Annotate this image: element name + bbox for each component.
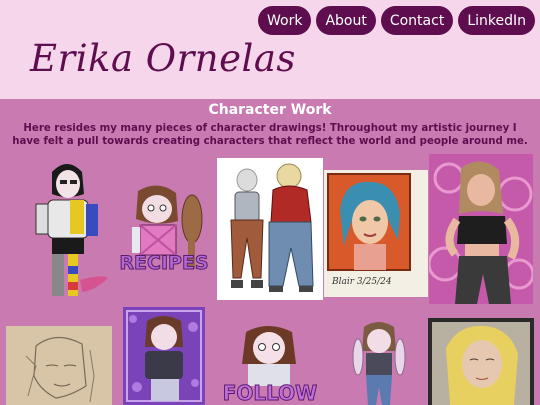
nav-about-button[interactable]: About [316,6,376,35]
artwork-swirl-background-character[interactable] [429,154,533,304]
artwork-purple-glitter-character[interactable] [123,307,205,405]
recipes-sticker-text: RECIPES [119,252,208,274]
artwork-recipes-sticker[interactable]: RECIPES [110,179,218,283]
artwork-bunny-character[interactable] [348,317,410,405]
main-nav: Work About Contact LinkedIn [257,6,535,35]
artwork-blonde-painted-portrait[interactable] [428,318,534,405]
portrait-signature: Blair 3/25/24 [331,277,392,287]
character-work-gallery: Character Work Here resides my many piec… [0,99,540,405]
site-header: Work About Contact LinkedIn Erika Ornela… [0,0,540,99]
section-description: Here resides my many pieces of character… [12,123,528,147]
site-title[interactable]: Erika Ornelas [30,37,296,80]
artwork-striped-character[interactable] [22,154,112,302]
artwork-blue-hair-portrait[interactable]: Blair 3/25/24 [324,170,428,297]
artwork-pencil-sketch[interactable] [6,326,112,405]
follow-sticker-text: FOLLOW [223,381,318,405]
artwork-character-duo-sketch[interactable] [217,158,323,300]
artwork-follow-sticker[interactable]: FOLLOW [218,320,322,405]
nav-linkedin-button[interactable]: LinkedIn [458,6,535,35]
nav-contact-button[interactable]: Contact [380,6,454,35]
nav-work-button[interactable]: Work [257,6,312,35]
section-heading: Character Work [208,102,332,118]
